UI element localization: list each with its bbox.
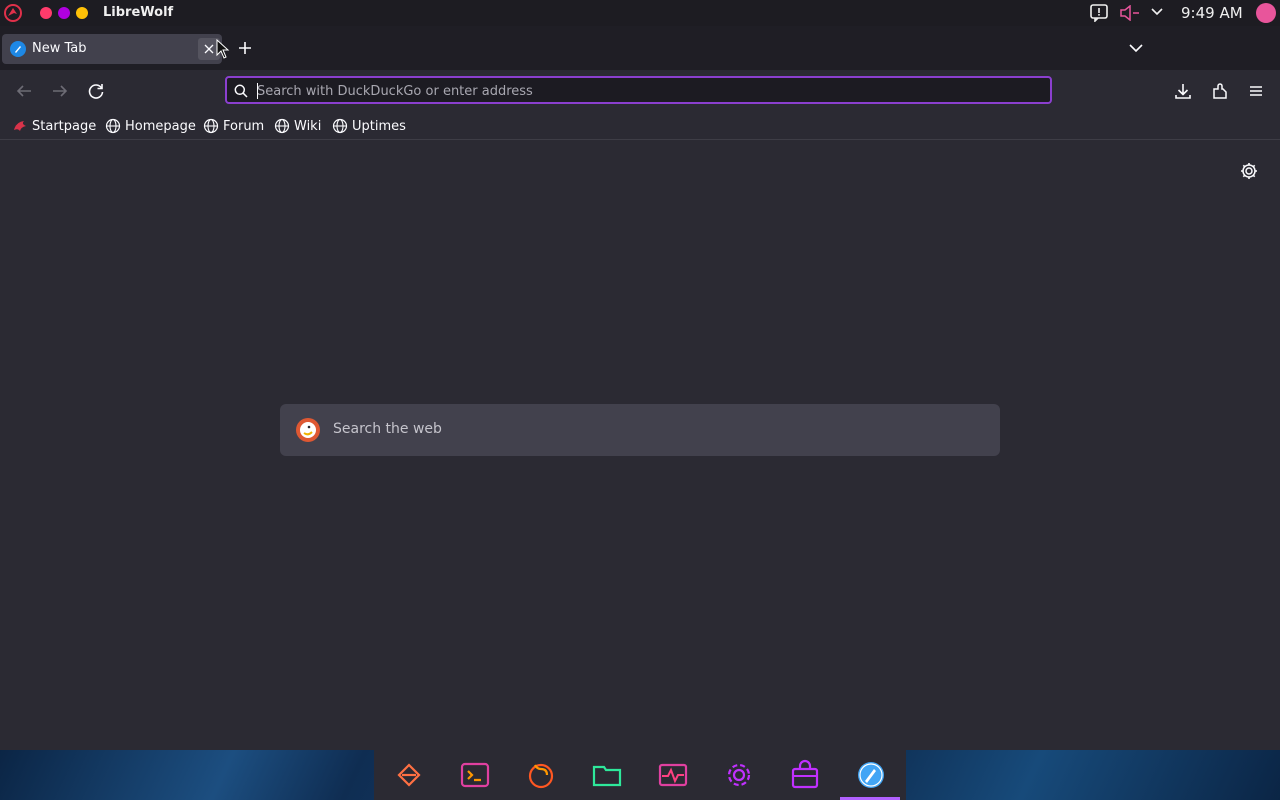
- store-icon[interactable]: [789, 759, 821, 791]
- bookmark-wiki[interactable]: Wiki: [274, 116, 321, 136]
- terminal-icon[interactable]: [459, 759, 491, 791]
- globe-icon: [332, 118, 348, 134]
- startpage-icon: [12, 118, 28, 134]
- new-tab-page: Search the web: [0, 140, 1280, 750]
- tab-new-tab[interactable]: New Tab: [2, 34, 222, 64]
- bookmarks-toolbar: Startpage Homepage Forum Wiki Uptimes: [0, 112, 1280, 140]
- new-tab-icon[interactable]: [234, 37, 256, 59]
- bookmark-label: Homepage: [125, 118, 196, 134]
- bookmark-startpage[interactable]: Startpage: [12, 116, 96, 136]
- bookmark-label: Wiki: [294, 118, 322, 134]
- librewolf-favicon-icon: [10, 41, 26, 57]
- files-icon[interactable]: [591, 759, 623, 791]
- web-search-placeholder: Search the web: [333, 421, 442, 437]
- web-search-box[interactable]: Search the web: [280, 404, 1000, 456]
- firefox-icon[interactable]: [525, 759, 557, 791]
- app-name: LibreWolf: [103, 5, 174, 20]
- bookmark-homepage[interactable]: Homepage: [105, 116, 196, 136]
- librewolf-icon[interactable]: [855, 759, 887, 791]
- tab-bar: New Tab: [0, 26, 1280, 70]
- tab-title: New Tab: [32, 41, 87, 56]
- desktop-wallpaper: [0, 750, 1280, 800]
- navigation-toolbar: [0, 70, 1280, 112]
- downloads-icon[interactable]: [1172, 80, 1194, 102]
- mouse-cursor-icon: [216, 39, 230, 59]
- forward-arrow-icon[interactable]: [49, 80, 71, 102]
- bookmark-uptimes[interactable]: Uptimes: [332, 116, 406, 136]
- clock[interactable]: 9:49 AM: [1181, 4, 1243, 22]
- globe-icon: [203, 118, 219, 134]
- window-maximize-dot[interactable]: [76, 7, 88, 19]
- app-launcher-icon[interactable]: [393, 759, 425, 791]
- dock: [374, 750, 906, 800]
- librewolf-logo-icon[interactable]: [2, 3, 24, 23]
- bookmark-forum[interactable]: Forum: [203, 116, 264, 136]
- text-caret: [257, 83, 258, 99]
- window-close-dot[interactable]: [40, 7, 52, 19]
- globe-icon: [105, 118, 121, 134]
- top-panel: LibreWolf 9:49 AM: [0, 0, 1280, 26]
- gear-icon[interactable]: [1239, 161, 1259, 181]
- chevron-down-icon[interactable]: [1150, 7, 1164, 17]
- bookmark-label: Startpage: [32, 118, 97, 134]
- user-avatar[interactable]: [1256, 3, 1276, 23]
- bookmark-label: Forum: [223, 118, 265, 134]
- system-monitor-icon[interactable]: [657, 759, 689, 791]
- notification-icon[interactable]: [1089, 4, 1109, 22]
- url-bar[interactable]: [225, 76, 1052, 104]
- volume-muted-icon[interactable]: [1119, 5, 1141, 21]
- back-arrow-icon[interactable]: [13, 80, 35, 102]
- duckduckgo-icon: [296, 418, 320, 442]
- hamburger-menu-icon[interactable]: [1245, 80, 1267, 102]
- bookmark-label: Uptimes: [352, 118, 406, 134]
- list-all-tabs-icon[interactable]: [1126, 38, 1146, 58]
- globe-icon: [274, 118, 290, 134]
- extensions-icon[interactable]: [1209, 80, 1231, 102]
- window-minimize-dot[interactable]: [58, 7, 70, 19]
- settings-icon[interactable]: [723, 759, 755, 791]
- search-icon: [234, 84, 248, 98]
- url-input[interactable]: [257, 81, 1037, 101]
- reload-icon[interactable]: [85, 80, 107, 102]
